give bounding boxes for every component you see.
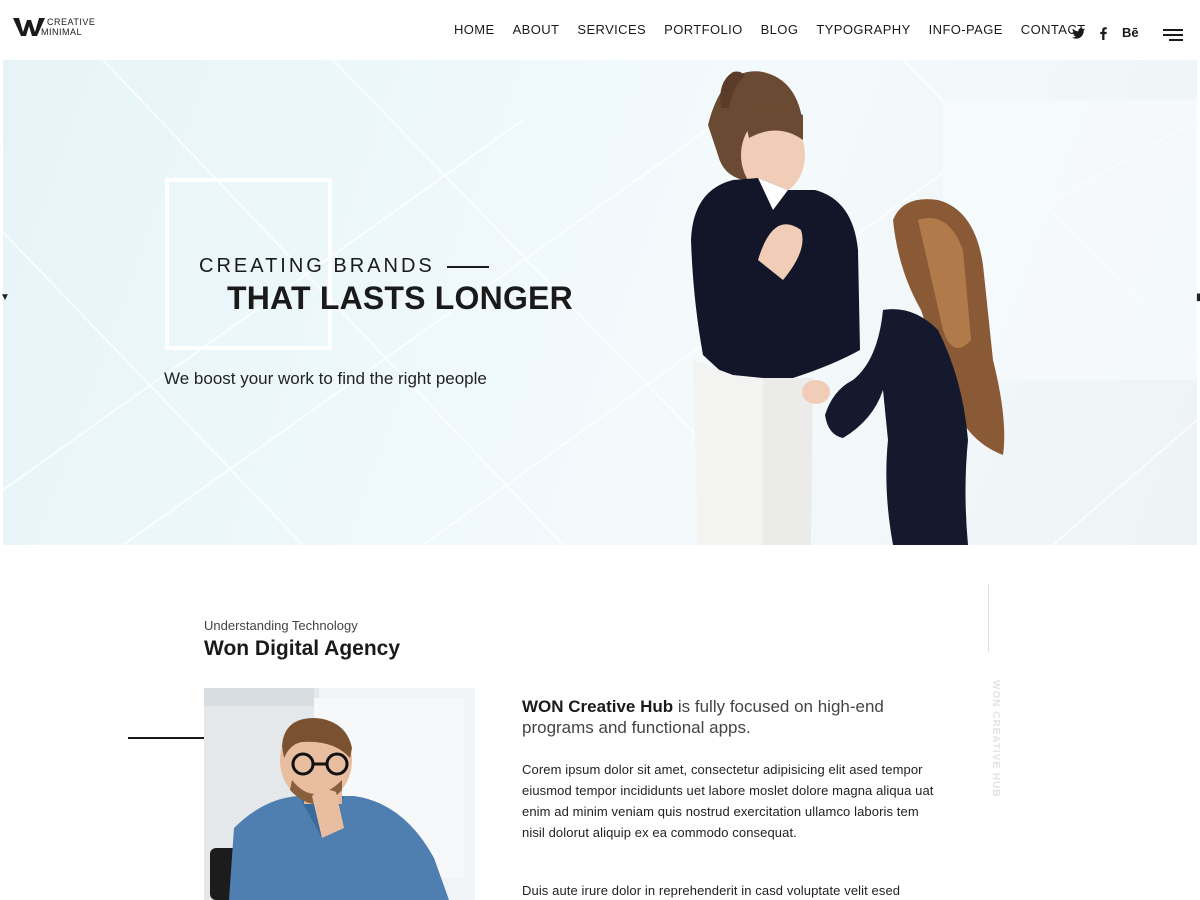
site-header: CREATIVE MINIMAL HOME ABOUT SERVICES POR… (0, 0, 1200, 60)
nav-about[interactable]: ABOUT (513, 22, 560, 38)
nav-blog[interactable]: BLOG (761, 22, 799, 38)
lead-brand: WON Creative Hub (522, 697, 674, 716)
twitter-icon[interactable] (1072, 26, 1085, 40)
about-lead: WON Creative Hub is fully focused on hig… (522, 696, 932, 738)
vertical-divider (988, 584, 989, 652)
hero-kicker: CREATING BRANDS (199, 255, 489, 278)
hero-title: THAT LASTS LONGER (227, 280, 573, 316)
man-at-desk-image (204, 688, 475, 900)
hero-section: CREATING BRANDS THAT LASTS LONGER We boo… (3, 60, 1197, 545)
about-photo (204, 688, 475, 900)
about-eyebrow: Understanding Technology (204, 618, 358, 633)
hero-kicker-dash (446, 265, 489, 268)
vertical-label: WON CREATIVE HUB (990, 680, 1001, 798)
facebook-icon[interactable] (1100, 26, 1107, 40)
slider-next-arrow-icon[interactable]: ▮ (1196, 292, 1200, 303)
slider-prev-arrow-icon[interactable]: ▼ (0, 292, 10, 303)
main-nav: HOME ABOUT SERVICES PORTFOLIO BLOG TYPOG… (454, 22, 1103, 38)
nav-typography[interactable]: TYPOGRAPHY (816, 22, 910, 38)
logo-line-1: CREATIVE (47, 17, 96, 27)
menu-icon[interactable] (1163, 29, 1183, 41)
hero-people-image (691, 71, 1005, 545)
logo-text: CREATIVE MINIMAL (41, 17, 96, 37)
about-title: Won Digital Agency (204, 637, 401, 660)
logo-line-2: MINIMAL (41, 27, 83, 37)
about-paragraph-1: Corem ipsum dolor sit amet, consectetur … (522, 762, 934, 840)
logo[interactable]: CREATIVE MINIMAL (13, 16, 95, 38)
behance-icon[interactable]: Bē (1122, 26, 1139, 40)
about-paragraph-2: Duis aute irure dolor in reprehenderit i… (522, 883, 901, 898)
hero-kicker-text: CREATING BRANDS (199, 255, 435, 277)
nav-services[interactable]: SERVICES (577, 22, 646, 38)
nav-home[interactable]: HOME (454, 22, 495, 38)
nav-info-page[interactable]: INFO-PAGE (929, 22, 1003, 38)
social-links: Bē (1072, 26, 1154, 40)
nav-portfolio[interactable]: PORTFOLIO (664, 22, 742, 38)
hero-subtitle: We boost your work to find the right peo… (164, 369, 487, 388)
